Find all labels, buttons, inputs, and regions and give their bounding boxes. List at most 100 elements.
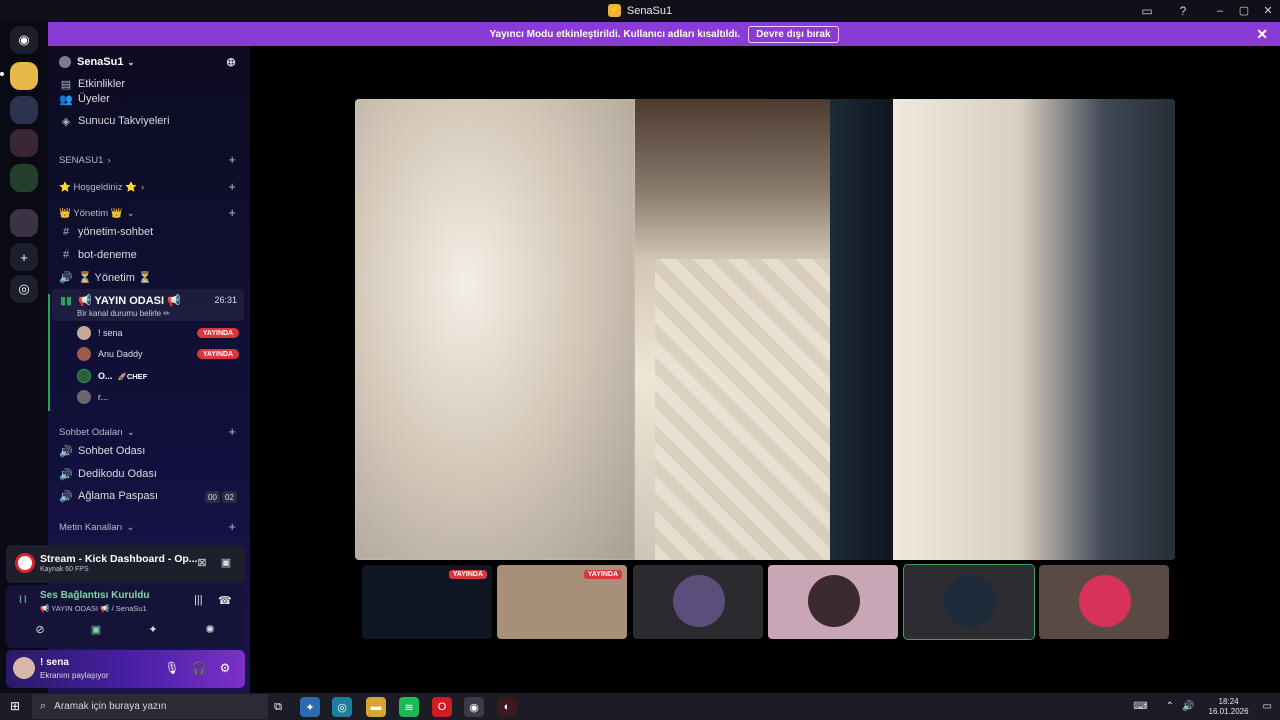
stream-thumbnail[interactable]: YAYINDA <box>497 565 627 639</box>
chevron-down-icon: ⌄ <box>126 521 135 533</box>
inbox-icon[interactable]: ▭ <box>1136 0 1158 21</box>
keyboard-icon[interactable]: ⌨ <box>1133 701 1147 712</box>
volume-icon[interactable]: 🔊 <box>1182 701 1194 712</box>
app-icon[interactable]: ✦ <box>300 697 320 717</box>
category-metin[interactable]: Metin Kanalları ⌄ + <box>52 519 244 535</box>
video-middle-panel <box>635 99 893 560</box>
voice-member[interactable]: O... 🚀CHEF <box>77 367 147 385</box>
help-icon[interactable]: ? <box>1172 0 1194 21</box>
server-folder-4[interactable] <box>10 209 38 237</box>
search-placeholder: Aramak için buraya yazın <box>54 701 167 712</box>
voice-channel-yonetim[interactable]: 🔊 ⏳ Yönetim ⏳ <box>52 266 244 288</box>
channel-label: Dedikodu Odası <box>78 468 157 480</box>
server-folder-3[interactable] <box>10 164 38 192</box>
app-icon[interactable]: ◎ <box>332 697 352 717</box>
discord-taskbar-icon[interactable]: ◉ <box>464 697 484 717</box>
category-label: ⭐ Hoşgeldiniz ⭐ <box>59 181 138 193</box>
unread-pip <box>0 72 4 76</box>
user-status: Ekranını paylaşıyor <box>40 671 109 680</box>
voice-member[interactable]: Anu Daddy <box>77 345 143 363</box>
microphone-icon[interactable]: 🎙 <box>163 661 181 677</box>
signal-icon[interactable]: ⌇⌇ <box>18 595 28 606</box>
server-folder-1[interactable] <box>10 96 38 124</box>
windows-taskbar: ⊞ ⌕ Aramak için buraya yazın ⧉ ✦ ◎ ▬ ≋ O… <box>0 693 1280 720</box>
clock-date: 16.01.2026 <box>1208 706 1249 716</box>
explore-icon[interactable]: ◎ <box>10 275 38 303</box>
spotify-icon[interactable]: ≋ <box>399 697 419 717</box>
category-yonetim[interactable]: 👑 Yönetim 👑 ⌄ + <box>52 205 244 221</box>
soundboard-icon[interactable]: ✺ <box>200 623 220 639</box>
notification-icon[interactable]: ▭ <box>1263 701 1272 712</box>
server-badge-icon <box>59 56 71 68</box>
screen-share-icon[interactable]: ▣ <box>86 623 106 639</box>
stream-card[interactable]: Stream - Kick Dashboard - Op... Kaynak 6… <box>6 545 245 583</box>
task-view-icon[interactable]: ⧉ <box>268 697 288 717</box>
user-limit: 02 <box>222 491 237 503</box>
discord-home-icon[interactable]: ◉ <box>10 26 38 54</box>
chevron-right-icon: › <box>141 181 145 193</box>
windows-start-icon[interactable]: ⊞ <box>10 699 24 713</box>
camera-off-icon[interactable]: ⊘ <box>30 623 50 639</box>
category-welcome[interactable]: ⭐ Hoşgeldiniz ⭐ › + <box>52 179 244 195</box>
server-icon-senasu1[interactable] <box>10 62 38 90</box>
participant-tile-selected[interactable] <box>903 564 1035 640</box>
category-senasu1[interactable]: SENASU1 › + <box>52 152 244 168</box>
add-channel-icon[interactable]: + <box>228 205 236 220</box>
channel-bot-deneme[interactable]: # bot-deneme <box>52 244 244 266</box>
channel-yonetim-sohbet[interactable]: # yönetim-sohbet <box>52 221 244 243</box>
activities-icon[interactable]: ✦ <box>143 623 163 639</box>
file-explorer-icon[interactable]: ▬ <box>366 697 386 717</box>
search-icon: ⌕ <box>40 700 47 712</box>
user-name[interactable]: ! sena <box>40 657 69 668</box>
server-header[interactable]: SenaSu1 ⌄ ⊕ <box>48 46 250 78</box>
channel-label: Sunucu Takviyeleri <box>78 115 170 127</box>
maximize-button[interactable]: ▢ <box>1232 0 1256 21</box>
close-banner-icon[interactable]: ✕ <box>1256 26 1268 43</box>
headphones-icon[interactable]: 🎧 <box>190 661 208 677</box>
disconnect-icon[interactable]: ☎ <box>218 594 232 607</box>
add-channel-icon[interactable]: + <box>228 519 236 534</box>
add-server-icon[interactable]: + <box>10 243 38 271</box>
voice-active-icon: ▮▮ <box>59 295 73 307</box>
add-channel-icon[interactable]: + <box>228 179 236 194</box>
voice-connected-channel[interactable]: 📢 YAYIN ODASI 📢 / SenaSu1 <box>40 604 147 613</box>
close-window-button[interactable]: ✕ <box>1256 0 1280 21</box>
minimize-button[interactable]: – <box>1208 0 1232 21</box>
user-count: 00 <box>205 491 220 503</box>
main-stream-video[interactable] <box>355 99 1175 560</box>
voice-channel-dedikodu[interactable]: 🔊 Dedikodu Odası <box>52 463 244 485</box>
voice-channel-sohbet[interactable]: 🔊 Sohbet Odası <box>52 440 244 462</box>
participant-tile[interactable] <box>633 565 763 639</box>
voice-member[interactable]: r... <box>77 388 108 406</box>
stream-settings-icon[interactable]: ▣ <box>219 556 233 570</box>
taskbar-search[interactable]: ⌕ Aramak için buraya yazın <box>32 694 268 719</box>
avatar <box>77 390 91 404</box>
clock[interactable]: 18:24 16.01.2026 <box>1209 697 1249 717</box>
add-channel-icon[interactable]: + <box>228 424 236 439</box>
channel-status-prompt[interactable]: Bir kanal durumu belirle ✏ <box>77 309 170 318</box>
member-name: O... <box>98 371 113 381</box>
opera-icon[interactable]: O <box>432 697 452 717</box>
avatar[interactable] <box>13 657 35 679</box>
voice-member[interactable]: ! sena <box>77 324 123 342</box>
stream-thumbnail[interactable]: YAYINDA <box>362 565 492 639</box>
server-folder-2[interactable] <box>10 129 38 157</box>
chevron-down-icon: ⌄ <box>126 426 135 438</box>
noise-suppression-icon[interactable]: ||| <box>194 594 203 606</box>
window-titlebar: ⚡ SenaSu1 ▭ ? – ▢ ✕ <box>0 0 1280 21</box>
category-sohbet[interactable]: Sohbet Odaları ⌄ + <box>52 424 244 440</box>
video-rug-pattern <box>655 259 835 560</box>
participant-tile[interactable] <box>768 565 898 639</box>
app-icon[interactable]: ◐ <box>497 697 517 717</box>
streamer-mode-banner: Yayıncı Modu etkinleştirildi. Kullanıcı … <box>48 22 1280 46</box>
channel-members[interactable]: 👥 Üyeler <box>52 88 244 110</box>
chevron-up-icon[interactable]: ⌃ <box>1166 701 1174 712</box>
stop-stream-icon[interactable]: ⊠ <box>195 556 209 570</box>
disable-streamer-mode-button[interactable]: Devre dışı bırak <box>748 25 839 43</box>
voice-connected-title[interactable]: Ses Bağlantısı Kuruldu <box>40 590 149 601</box>
settings-gear-icon[interactable]: ⚙ <box>216 661 234 677</box>
add-channel-icon[interactable]: + <box>228 152 236 167</box>
invite-people-icon[interactable]: ⊕ <box>226 55 236 69</box>
participant-tile[interactable] <box>1039 565 1169 639</box>
channel-boosts[interactable]: ◈ Sunucu Takviyeleri <box>52 110 244 132</box>
